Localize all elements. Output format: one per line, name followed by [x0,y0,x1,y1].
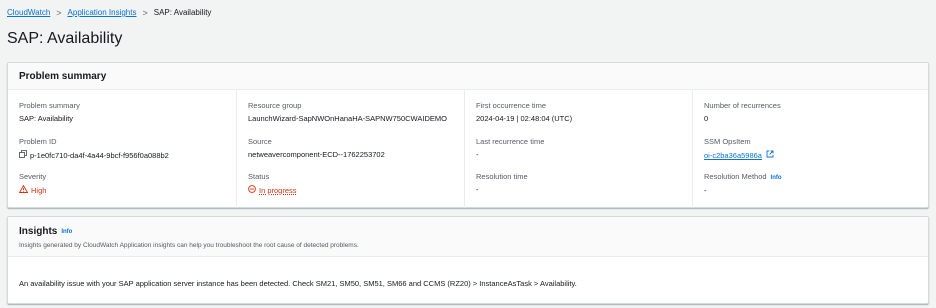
field-recurrences: Number of recurrences 0 [704,101,924,124]
field-source: Source netweavercomponent-ECD--176225370… [248,137,460,160]
field-label: Severity [19,172,47,181]
first-occurrence-value: 2024-04-19 | 02:48:04 (UTC) [476,114,573,123]
status-value: In progress [259,185,297,195]
resource-group-value: LaunchWizard-SapNWOnHanaHA-SAPNW750CWAID… [248,114,447,123]
field-label: SSM OpsItem [704,137,751,146]
field-resolution-time: Resolution time - [476,172,688,195]
field-first-occurrence: First occurrence time 2024-04-19 | 02:48… [476,101,688,124]
insights-header: Insights Info Insights generated by Clou… [8,217,928,257]
summary-column-1: Problem summary SAP: Availability Proble… [8,90,236,208]
field-ssm-opsitem: SSM OpsItem oi-c2ba36a5986a [704,137,924,161]
breadcrumb-current: SAP: Availability [153,8,212,17]
problem-summary-title: Problem summary [19,70,107,82]
problem-summary-header: Problem summary [8,63,928,90]
field-value: High [18,184,232,196]
field-value: - [704,186,924,196]
problem-summary-value: SAP: Availability [19,114,74,123]
in-progress-icon [248,185,256,196]
problem-id-value: p-1e0fc710-da4f-4a44-9bcf-f956f0a088b2 [30,150,169,160]
field-value: p-1e0fc710-da4f-4a44-9bcf-f956f0a088b2 [19,150,232,161]
breadcrumb-separator: > [56,8,62,18]
opsitem-link[interactable]: oi-c2ba36a5986a [704,151,762,161]
external-link-icon[interactable] [766,150,774,161]
field-resolution-method: Resolution Method Info - [704,172,924,196]
field-value: netweavercomponent-ECD--1762253702 [248,150,460,160]
field-resource-group: Resource group LaunchWizard-SapNWOnHanaH… [248,101,460,124]
resolution-method-value: - [704,186,707,195]
field-label: Source [248,137,272,146]
resolution-method-label: Resolution Method [704,172,767,181]
copy-icon[interactable] [19,150,27,161]
insights-description: Insights generated by CloudWatch Applica… [19,242,359,249]
field-value: oi-c2ba36a5986a [704,150,924,161]
breadcrumb-cloudwatch[interactable]: CloudWatch [7,7,50,19]
field-label: Number of recurrences [704,101,781,110]
recurrences-value: 0 [704,114,709,123]
page-title: SAP: Availability [7,30,123,47]
problem-summary-grid: Problem summary SAP: Availability Proble… [8,90,928,208]
field-label: Problem summary [19,101,80,110]
field-value: 0 [704,114,924,124]
warning-icon [18,184,29,196]
field-last-recurrence: Last recurrence time - [476,137,688,160]
field-label: Resolution Method Info [704,172,924,183]
resolution-method-info-link[interactable]: Info [771,175,782,181]
field-label: Last recurrence time [476,137,545,146]
field-value: - [476,150,688,160]
breadcrumb-separator: > [142,8,148,18]
insights-body-text: An availability issue with your SAP appl… [19,279,577,288]
summary-column-4: Number of recurrences 0 SSM OpsItem oi-c… [692,90,928,208]
insights-title-row: Insights Info [19,226,917,237]
breadcrumb-application-insights[interactable]: Application Insights [68,7,137,19]
field-label: Status [248,172,270,181]
field-label: Resource group [248,101,302,110]
field-status: Status In progress [248,172,460,196]
field-label: First occurrence time [476,101,547,110]
last-recurrence-value: - [476,150,479,159]
source-value: netweavercomponent-ECD--1762253702 [248,150,385,159]
field-problem-summary: Problem summary SAP: Availability [19,101,232,124]
field-label: Problem ID [19,137,57,146]
summary-column-3: First occurrence time 2024-04-19 | 02:48… [464,90,692,208]
insights-title: Insights [19,226,58,237]
severity-value: High [31,185,47,195]
summary-column-2: Resource group LaunchWizard-SapNWOnHanaH… [236,90,464,208]
insights-panel: Insights Info Insights generated by Clou… [7,216,929,304]
field-severity: Severity High [18,172,232,196]
field-label: Resolution time [476,172,528,181]
field-value: 2024-04-19 | 02:48:04 (UTC) [476,114,688,124]
field-value: LaunchWizard-SapNWOnHanaHA-SAPNW750CWAID… [248,114,460,124]
field-problem-id: Problem ID p-1e0fc710-da4f-4a44-9bcf-f95… [19,137,232,161]
problem-summary-panel: Problem summary Problem summary SAP: Ava… [7,62,929,208]
resolution-time-value: - [476,185,479,194]
breadcrumb: CloudWatch > Application Insights > SAP:… [7,7,211,19]
field-value: SAP: Availability [19,114,232,124]
insights-info-link[interactable]: Info [61,229,72,235]
field-value: In progress [248,185,460,196]
field-value: - [476,185,688,195]
